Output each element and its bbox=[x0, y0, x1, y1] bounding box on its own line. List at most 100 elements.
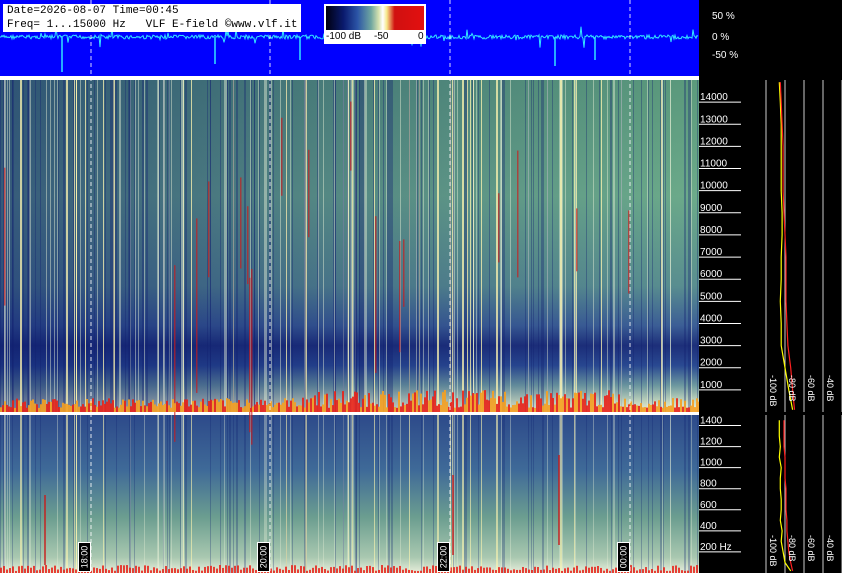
sferic-burst bbox=[477, 568, 479, 573]
sferic-burst bbox=[126, 406, 128, 412]
sferic-burst bbox=[369, 565, 371, 573]
sferic-burst bbox=[96, 568, 98, 573]
sferic-burst bbox=[400, 406, 402, 412]
sferic-burst bbox=[134, 402, 136, 412]
freq-tick-label: 9000 bbox=[700, 203, 723, 214]
spectrogram-streak bbox=[353, 80, 354, 412]
sferic-burst bbox=[8, 406, 10, 412]
sferic-burst bbox=[386, 407, 388, 412]
spectrogram-streak bbox=[502, 80, 503, 412]
spectrogram-streak bbox=[335, 80, 336, 412]
sferic-burst bbox=[250, 407, 252, 412]
sferic-burst bbox=[102, 400, 104, 412]
freq-tick-label: 600 bbox=[700, 500, 717, 511]
spectrogram-streak bbox=[227, 415, 228, 573]
sferic-burst bbox=[552, 567, 554, 573]
sferic-burst bbox=[177, 569, 179, 573]
red-impulse bbox=[208, 181, 210, 278]
freq-tick-label: 3000 bbox=[700, 336, 723, 347]
spectrogram-streak bbox=[23, 80, 24, 412]
spectrogram-streak bbox=[481, 80, 482, 412]
sferic-burst bbox=[410, 400, 412, 412]
red-impulse bbox=[628, 210, 630, 294]
sferic-burst bbox=[528, 569, 530, 573]
sferic-burst bbox=[429, 568, 431, 573]
sferic-burst bbox=[342, 391, 344, 412]
sferic-burst bbox=[52, 399, 54, 412]
spectrogram-streak bbox=[227, 80, 228, 412]
sferic-burst bbox=[292, 398, 294, 412]
sferic-burst bbox=[93, 567, 95, 573]
sferic-burst bbox=[520, 397, 522, 412]
sferic-burst bbox=[162, 569, 164, 573]
sferic-burst bbox=[110, 403, 112, 412]
sferic-burst bbox=[194, 400, 196, 412]
spectrogram-streak bbox=[9, 415, 10, 573]
sferic-burst bbox=[555, 568, 557, 573]
sferic-burst bbox=[504, 391, 506, 412]
spectrogram-streak bbox=[528, 80, 529, 412]
freq-tick-label: 8000 bbox=[700, 225, 723, 236]
sferic-burst bbox=[310, 398, 312, 412]
sferic-burst bbox=[556, 392, 558, 412]
spectrogram-streak bbox=[613, 415, 614, 573]
freq-tick-label: 800 bbox=[700, 479, 717, 490]
red-impulse bbox=[240, 177, 242, 269]
sferic-burst bbox=[92, 398, 94, 412]
sferic-burst bbox=[224, 406, 226, 412]
sferic-burst bbox=[132, 399, 134, 412]
spectrogram-streak bbox=[35, 415, 36, 573]
sferic-burst bbox=[532, 407, 534, 412]
sferic-burst bbox=[46, 403, 48, 412]
spectrogram-streak bbox=[691, 415, 692, 573]
sferic-burst bbox=[496, 403, 498, 412]
sferic-burst bbox=[544, 403, 546, 412]
sferic-burst bbox=[675, 565, 677, 573]
sferic-burst bbox=[428, 400, 430, 412]
sferic-burst bbox=[238, 400, 240, 412]
sferic-burst bbox=[660, 406, 662, 412]
sferic-burst bbox=[234, 565, 236, 573]
sferic-burst bbox=[480, 566, 482, 573]
sferic-burst bbox=[198, 566, 200, 573]
freq-tick-label: 400 bbox=[700, 521, 717, 532]
sferic-burst bbox=[124, 400, 126, 412]
spectrogram-streak bbox=[423, 80, 424, 412]
spectrogram-streak bbox=[621, 80, 622, 412]
spectrogram-streak bbox=[280, 415, 281, 573]
sferic-burst bbox=[114, 407, 116, 412]
sferic-burst bbox=[303, 566, 305, 573]
red-impulse bbox=[350, 101, 352, 171]
sferic-burst bbox=[160, 401, 162, 412]
sferic-burst bbox=[231, 567, 233, 573]
colorbar-min-label: -100 dB bbox=[326, 31, 362, 42]
sferic-burst bbox=[34, 403, 36, 412]
spectrogram-streak bbox=[105, 415, 106, 573]
sferic-burst bbox=[294, 402, 296, 412]
sferic-burst bbox=[182, 402, 184, 412]
sferic-burst bbox=[98, 401, 100, 412]
spectrogram-streak bbox=[13, 80, 14, 412]
spectrogram-streak bbox=[220, 80, 221, 412]
spectrogram-streak bbox=[171, 415, 172, 573]
waveform-percent-label: 0 % bbox=[712, 32, 729, 43]
sferic-burst bbox=[350, 398, 352, 412]
spectrogram-streak bbox=[528, 415, 529, 573]
sferic-burst bbox=[384, 567, 386, 573]
sferic-burst bbox=[558, 394, 560, 412]
spectrogram-streak bbox=[103, 80, 104, 412]
spectrogram-streak bbox=[35, 80, 36, 412]
sferic-burst bbox=[38, 407, 40, 412]
spectrogram-streak bbox=[58, 80, 59, 412]
freq-tick-label: 5000 bbox=[700, 291, 723, 302]
sferic-burst bbox=[498, 567, 500, 573]
sferic-burst bbox=[672, 398, 674, 412]
spectrogram-streak bbox=[318, 80, 319, 412]
sferic-burst bbox=[186, 568, 188, 573]
sferic-burst bbox=[682, 406, 684, 412]
spectrogram-streak bbox=[572, 80, 573, 412]
spectrogram-streak bbox=[633, 415, 634, 573]
sferic-burst bbox=[366, 566, 368, 573]
sferic-burst bbox=[525, 568, 527, 573]
sferic-burst bbox=[304, 407, 306, 412]
